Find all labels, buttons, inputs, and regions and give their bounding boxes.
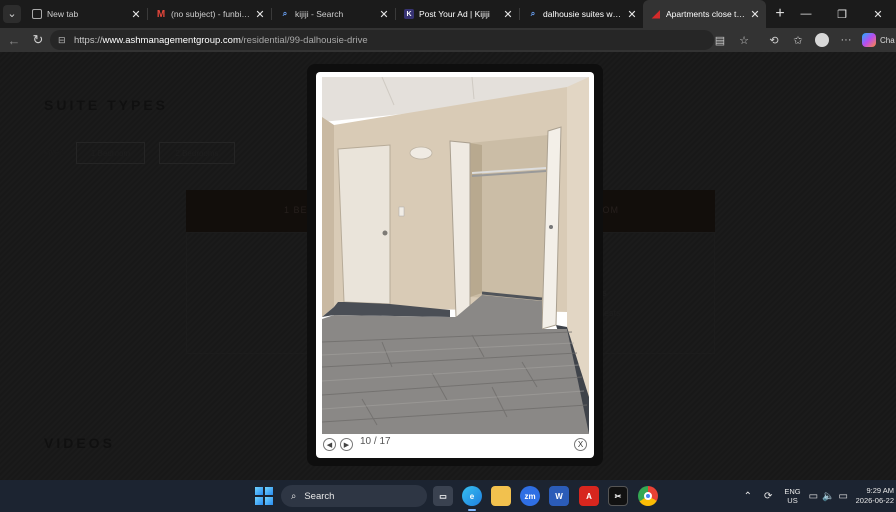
start-button[interactable] [255,487,273,505]
search-icon: ⌕ [291,490,297,502]
ash-logo-icon: ◢ [652,8,660,20]
sync-icon[interactable]: ⟳ [764,491,772,502]
restore-icon: ❐ [837,8,847,21]
kijiji-icon: K [404,9,414,19]
tab-actions-menu[interactable]: ⌄ [0,0,24,28]
battery-icon[interactable]: ▭ [839,491,848,502]
zoom-app[interactable]: zm [520,486,540,506]
close-tab-icon[interactable]: ✕ [750,8,760,21]
close-tab-icon[interactable]: ✕ [379,8,389,21]
favorites-icon: ✩ [793,34,803,47]
search-icon: ⌕ [282,9,288,18]
chrome-app[interactable] [638,486,658,506]
capcut-icon: ✂ [614,491,622,501]
toolbar-right: ▤ ☆ ⟲ ✩ ··· Cha [708,28,896,52]
edge-icon: e [469,491,475,501]
plus-icon: + [775,5,785,22]
clock[interactable]: 9:29 AM 2026-06-22 [854,486,894,506]
copilot-icon[interactable] [862,33,876,47]
taskbar-search[interactable]: ⌕ Search [281,485,427,507]
close-tab-icon[interactable]: ✕ [131,8,141,21]
arrow-left-icon: ← [7,32,21,48]
refresh-icon: ↻ [32,32,44,47]
volume-icon[interactable]: 🔈 [822,491,834,502]
favorites-bar-button[interactable]: ✩ [786,34,810,47]
capcut-app[interactable]: ✂ [608,486,628,506]
lightbox-prev-button[interactable]: ◀ [323,438,336,451]
chrome-icon [644,492,652,500]
window-controls: — ❐ ✕ [788,0,896,28]
word-app[interactable]: W [549,486,569,506]
lightbox-counter: 10 / 17 [360,436,391,447]
word-icon: W [555,491,563,501]
reader-mode-button[interactable]: ▤ [708,34,732,47]
close-tab-icon[interactable]: ✕ [255,8,265,21]
minimize-button[interactable]: — [788,0,824,28]
taskbar: ⌕ Search ▭ e zm W A ✂ ⌃ ⟳ ENG US ▭ 🔈 ▭ 9… [0,480,896,512]
site-info-icon[interactable]: ⊟ [58,35,68,45]
lightbox-next-button[interactable]: ▶ [340,438,353,451]
task-view-icon: ▭ [439,491,447,501]
tab-gmail[interactable]: M (no subject) - funbim10 ✕ [148,0,271,28]
ellipsis-icon: ··· [840,34,852,46]
tab-dalhousie-search[interactable]: ⌕ dalhousie suites winnipeg ✕ [520,0,643,28]
page-icon [32,9,42,19]
favorite-button[interactable]: ☆ [732,34,756,47]
address-bar[interactable]: ⊟ https://www.ashmanagementgroup.com/res… [50,30,714,50]
close-tab-icon[interactable]: ✕ [627,8,637,21]
folder-app[interactable] [491,486,511,506]
tab-strip: ⌄ New tab ✕ M (no subject) - funbim10 ✕ … [0,0,896,28]
refresh-button[interactable]: ↻ [24,28,52,52]
avatar[interactable] [815,33,829,47]
close-icon: X [577,440,584,449]
room-photo-image [322,77,589,434]
extensions-button[interactable]: ⟲ [762,34,786,47]
star-icon: ☆ [739,34,749,47]
restore-button[interactable]: ❐ [824,0,860,28]
tab-apartments[interactable]: ◢ Apartments close to U of M ✕ [643,0,766,28]
copilot-label: Cha [880,35,895,45]
puzzle-icon: ⟲ [769,34,779,47]
search-icon: ⌕ [530,9,536,18]
arrow-right-icon: ▶ [343,441,350,449]
acrobat-app[interactable]: A [579,486,599,506]
edge-app[interactable]: e [462,486,482,511]
chevron-up-icon[interactable]: ⌃ [744,491,752,502]
lightbox-photo[interactable] [322,77,589,434]
gmail-icon: M [156,8,166,20]
display-icon[interactable]: ▭ [809,491,818,502]
tab-new-tab[interactable]: New tab ✕ [24,0,147,28]
navigation-bar: ← ↻ ⊟ https://www.ashmanagementgroup.com… [0,28,896,52]
minimize-icon: — [800,8,812,20]
close-icon: ✕ [873,8,883,21]
tab-kijiji-search[interactable]: ⌕ kijiji - Search ✕ [272,0,395,28]
close-tab-icon[interactable]: ✕ [503,8,513,21]
chevron-down-icon: ⌄ [3,5,21,23]
system-tray: ⌃ ⟳ ENG US ▭ 🔈 ▭ 9:29 AM 2026-06-22 [738,480,896,512]
close-window-button[interactable]: ✕ [860,0,896,28]
reader-icon: ▤ [714,34,726,47]
more-menu-button[interactable]: ··· [834,34,858,46]
zoom-icon: zm [524,491,536,501]
lightbox-close-button[interactable]: X [574,438,587,451]
tab-post-ad[interactable]: K Post Your Ad | Kijiji ✕ [396,0,519,28]
arrow-left-icon: ◀ [326,441,333,449]
file-explorer-app[interactable]: ▭ [433,486,453,506]
language-indicator[interactable]: ENG US [784,487,800,505]
acrobat-icon: A [586,491,592,501]
